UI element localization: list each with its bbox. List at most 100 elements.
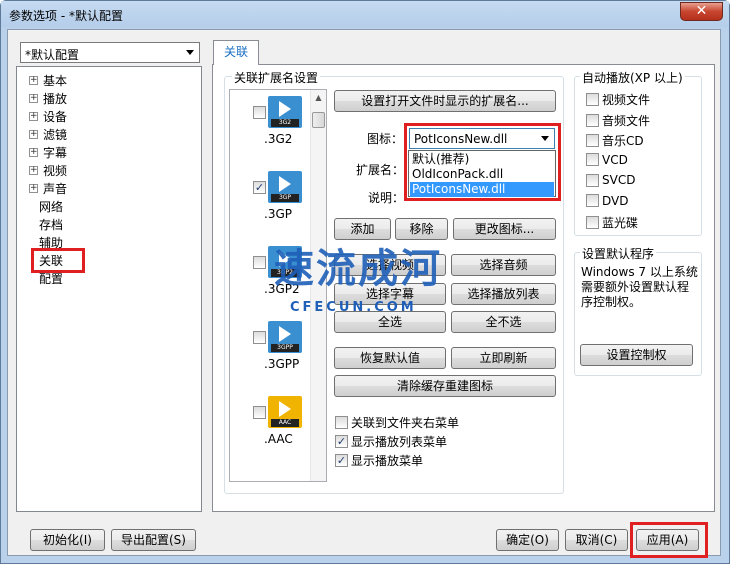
scroll-thumb[interactable] xyxy=(312,112,325,128)
checkbox[interactable]: ✓ xyxy=(335,454,348,467)
expand-plus-icon[interactable]: + xyxy=(29,147,38,157)
select-playlist-button[interactable]: 选择播放列表 xyxy=(451,283,556,305)
tree-item[interactable]: + 字幕 xyxy=(29,143,67,161)
text-line: 需要额外设置默认程 xyxy=(581,280,690,294)
tree-item-label: 视频 xyxy=(43,163,68,178)
file-checkbox[interactable]: ✓ xyxy=(253,181,266,194)
autoplay-item-label: 视频文件 xyxy=(602,93,651,107)
option-play-menu[interactable]: ✓ 显示播放菜单 xyxy=(335,452,423,469)
tree-item[interactable]: + 视频 xyxy=(29,161,67,179)
checkbox[interactable] xyxy=(586,194,599,207)
checkbox[interactable] xyxy=(586,153,599,166)
tab-association[interactable]: 关联 xyxy=(213,40,259,65)
settings-tree: + 基本 + 播放 + 设备 + 滤镜 + 字幕 + 视频 + 声音 网络 存档 辅助 关联 配置 xyxy=(16,66,202,512)
select-audio-button[interactable]: 选择音频 xyxy=(451,254,556,276)
autoplay-item[interactable]: SVCD xyxy=(586,173,635,187)
checkbox[interactable] xyxy=(586,134,599,147)
play-icon xyxy=(279,326,291,342)
watermark-text: 速流成河 xyxy=(274,246,442,292)
scroll-up-arrow-icon[interactable]: ▲ xyxy=(312,91,325,105)
tree-item-label: 播放 xyxy=(43,91,68,106)
checkbox[interactable] xyxy=(586,216,599,229)
text-line: Windows 7 以上系统 xyxy=(581,265,698,279)
tree-item[interactable]: + 滤镜 xyxy=(29,125,67,143)
set-display-ext-button[interactable]: 设置打开文件时显示的扩展名... xyxy=(334,90,556,112)
file-type-tag: AAC xyxy=(271,419,299,427)
ok-button[interactable]: 确定(O) xyxy=(496,529,559,551)
file-type-tag: 3GPP xyxy=(271,344,299,352)
close-button[interactable]: ✕ xyxy=(680,2,723,21)
expand-plus-icon[interactable]: + xyxy=(29,165,38,175)
expand-plus-icon[interactable]: + xyxy=(29,183,38,193)
title-bar: 参数选项 - *默认配置 ✕ xyxy=(1,1,729,27)
autoplay-item-label: 音乐CD xyxy=(602,134,644,148)
autoplay-item[interactable]: DVD xyxy=(586,194,628,208)
media-file-icon: 3G2 xyxy=(268,96,302,128)
tree-item[interactable]: + 声音 xyxy=(29,179,67,197)
expand-plus-icon[interactable]: + xyxy=(29,129,38,139)
tree-item[interactable]: + 播放 xyxy=(29,89,67,107)
option-folder-menu[interactable]: 关联到文件夹右菜单 xyxy=(335,414,459,431)
option-label: 显示播放列表菜单 xyxy=(351,435,448,449)
media-file-icon: AAC xyxy=(268,396,302,428)
file-ext-label: .3G2 xyxy=(264,132,293,146)
autoplay-item[interactable]: 音乐CD xyxy=(586,132,644,149)
rebuild-icon-cache-button[interactable]: 清除缓存重建图标 xyxy=(334,375,556,397)
file-checkbox[interactable] xyxy=(253,331,266,344)
checkbox[interactable] xyxy=(586,93,599,106)
default-program-title: 设置默认程序 xyxy=(580,245,657,262)
play-icon xyxy=(279,101,291,117)
file-ext-label: .3GP xyxy=(264,207,292,221)
profile-select[interactable]: *默认配置 xyxy=(20,42,200,63)
media-file-icon: 3GP xyxy=(268,171,302,203)
tree-item[interactable]: 网络 xyxy=(39,197,63,215)
autoplay-item[interactable]: 音频文件 xyxy=(586,112,650,129)
autoplay-item[interactable]: 视频文件 xyxy=(586,91,650,108)
file-ext-label: .AAC xyxy=(264,432,293,446)
export-config-button[interactable]: 导出配置(S) xyxy=(111,529,196,551)
highlight-association-item xyxy=(31,248,85,273)
media-file-icon: 3GPP xyxy=(268,321,302,353)
autoplay-item-label: 音频文件 xyxy=(602,113,651,128)
checkbox[interactable] xyxy=(335,416,348,429)
icon-label: 图标： xyxy=(367,132,404,146)
expand-plus-icon[interactable]: + xyxy=(29,93,38,103)
checkbox[interactable] xyxy=(586,173,599,187)
file-type-tag: 3G2 xyxy=(271,119,299,127)
tree-item[interactable]: + 基本 xyxy=(29,71,67,89)
restore-defaults-button[interactable]: 恢复默认值 xyxy=(334,347,446,369)
highlight-icon-select xyxy=(404,123,561,201)
option-playlist-menu[interactable]: ✓ 显示播放列表菜单 xyxy=(335,433,447,450)
checkbox[interactable]: ✓ xyxy=(335,435,348,448)
refresh-now-button[interactable]: 立即刷新 xyxy=(451,347,556,369)
expand-plus-icon[interactable]: + xyxy=(29,111,38,121)
assoc-group-title: 关联扩展名设置 xyxy=(232,69,321,86)
tree-item-label: 存档 xyxy=(39,217,64,232)
file-checkbox[interactable] xyxy=(253,256,266,269)
ext-label: 扩展名： xyxy=(356,163,405,177)
initialize-button[interactable]: 初始化(I) xyxy=(30,529,105,551)
file-type-tag: 3GP xyxy=(271,194,299,202)
highlight-apply-button xyxy=(630,522,708,558)
tree-item[interactable]: 存档 xyxy=(39,215,63,233)
tree-item[interactable]: + 设备 xyxy=(29,107,67,125)
expand-plus-icon[interactable]: + xyxy=(29,75,38,85)
tree-item-label: 设备 xyxy=(43,109,68,124)
autoplay-item[interactable]: VCD xyxy=(586,153,628,167)
tree-item-label: 声音 xyxy=(43,181,68,196)
autoplay-item-label: VCD xyxy=(602,152,628,167)
watermark-subtext: CFECUN.COM xyxy=(290,300,417,315)
file-checkbox[interactable] xyxy=(253,106,266,119)
checkbox[interactable] xyxy=(586,113,599,127)
play-icon xyxy=(279,401,291,417)
set-control-button[interactable]: 设置控制权 xyxy=(580,344,693,366)
cancel-button[interactable]: 取消(C) xyxy=(565,529,628,551)
file-checkbox[interactable] xyxy=(253,406,266,419)
select-none-button[interactable]: 全不选 xyxy=(451,311,556,333)
autoplay-item-label: DVD xyxy=(602,193,629,208)
change-icon-button[interactable]: 更改图标... xyxy=(453,218,556,240)
file-ext-label: .3GPP xyxy=(264,357,300,371)
play-icon xyxy=(279,176,291,192)
autoplay-item[interactable]: 蓝光碟 xyxy=(586,214,638,231)
tree-item-label: 基本 xyxy=(43,73,68,88)
